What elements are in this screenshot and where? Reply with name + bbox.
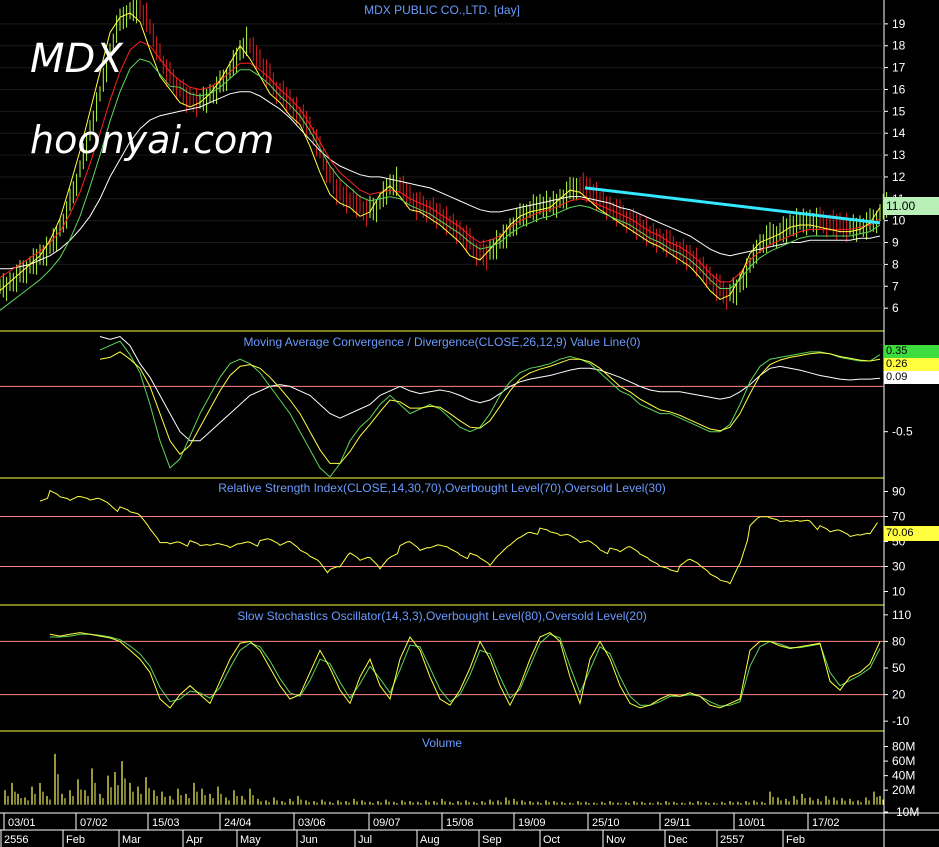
x-date-label: 17/02 — [812, 817, 840, 829]
price-axis-tick-label: 19 — [892, 17, 906, 31]
x-month-label: Jul — [358, 834, 372, 846]
volume-axis-tick-label: 20M — [892, 783, 915, 797]
price-axis-tick-label: 14 — [892, 126, 906, 140]
stochastic-axis-tick-label: -10 — [892, 714, 910, 728]
x-month-label: Mar — [122, 834, 141, 846]
price-axis-tick-label: 12 — [892, 170, 906, 184]
price-axis-tick-label: 18 — [892, 39, 906, 53]
rsi-axis-tick-label: 30 — [892, 560, 906, 574]
x-month-label: 2556 — [4, 834, 28, 846]
stochastic-panel — [0, 632, 884, 709]
x-date-label: 19/09 — [518, 817, 546, 829]
price-axis-tick-label: 9 — [892, 236, 899, 250]
price-panel-title: MDX PUBLIC CO.,LTD. [day] — [364, 3, 520, 17]
macd-axis-tick-label: -0.5 — [892, 425, 913, 439]
x-month-label: Nov — [606, 834, 626, 846]
last-price-badge: 11.00 — [884, 197, 939, 215]
stochastic-k-line — [49, 632, 881, 709]
price-axis-tick-label: 17 — [892, 61, 906, 75]
x-date-label: 29/11 — [664, 817, 691, 829]
x-month-label: Oct — [543, 834, 560, 846]
macd-histo-line — [99, 335, 881, 442]
rsi-axis-tick-label: 90 — [892, 485, 906, 499]
macd-panel — [0, 335, 884, 477]
x-month-label: Jun — [300, 834, 318, 846]
watermark-ticker: MDX — [30, 36, 123, 82]
stochastic-axis-tick-label: 80 — [892, 634, 906, 648]
x-date-label: 03/01 — [8, 817, 36, 829]
macd-value-badge: 0.35 — [884, 345, 939, 358]
price-axis-tick-label: 7 — [892, 279, 899, 293]
stochastic-axis-tick-label: 50 — [892, 661, 906, 675]
price-axis-tick-label: 15 — [892, 104, 906, 118]
x-date-label: 07/02 — [80, 817, 108, 829]
x-month-label: Apr — [186, 834, 203, 846]
x-date-label: 15/08 — [446, 817, 474, 829]
price-trendline — [584, 186, 881, 225]
volume-axis-tick-label: 40M — [892, 769, 915, 783]
stochastic-axis-tick-label: 110 — [892, 608, 911, 622]
volume-axis-tick-label: 80M — [892, 740, 915, 754]
macd-panel-title: Moving Average Convergence / Divergence(… — [243, 335, 640, 349]
macd-lines — [99, 335, 881, 477]
rsi-panel — [0, 489, 884, 585]
price-axis-tick-label: 8 — [892, 257, 899, 271]
volume-axis-tick-label: -10M — [892, 805, 919, 819]
volume-axis-tick-label: 60M — [892, 754, 915, 768]
volume-panel-title: Volume — [422, 736, 462, 750]
x-date-label: 25/10 — [592, 817, 620, 829]
rsi-axis-tick-label: 10 — [892, 585, 906, 599]
volume-panel — [4, 753, 884, 805]
rsi-line — [39, 489, 878, 585]
price-ma-green-line — [0, 58, 881, 311]
x-date-label: 15/03 — [152, 817, 180, 829]
x-month-label: May — [240, 834, 261, 846]
rsi-panel-title: Relative Strength Index(CLOSE,14,30,70),… — [218, 481, 666, 495]
x-month-label: 2557 — [720, 834, 744, 846]
macd-line — [99, 340, 881, 477]
watermark-site: hoonyai.com — [30, 118, 275, 162]
rsi-value-badge: 70.06 — [884, 526, 939, 541]
stochastic-panel-title: Slow Stochastics Oscillator(14,3,3),Over… — [237, 609, 647, 623]
macd-signal-badge: 0.26 — [884, 358, 939, 371]
x-month-label: Dec — [668, 834, 688, 846]
stochastic-axis-tick-label: 20 — [892, 688, 906, 702]
macd-signal-line — [99, 351, 881, 464]
x-month-label: Feb — [66, 834, 85, 846]
x-month-label: Aug — [420, 834, 440, 846]
x-month-label: Sep — [482, 834, 502, 846]
macd-zero-badge: 0.09 — [884, 371, 939, 384]
rsi-axis-tick-label: 70 — [892, 510, 906, 524]
price-axis-tick-label: 10 — [892, 214, 906, 228]
x-month-label: Feb — [786, 834, 805, 846]
x-date-label: 10/01 — [738, 817, 766, 829]
x-date-label: 09/07 — [373, 817, 401, 829]
price-axis-tick-label: 13 — [892, 148, 906, 162]
price-axis-tick-label: 16 — [892, 82, 906, 96]
x-date-label: 24/04 — [224, 817, 252, 829]
price-axis-tick-label: 6 — [892, 301, 899, 315]
x-date-label: 03/06 — [298, 817, 326, 829]
